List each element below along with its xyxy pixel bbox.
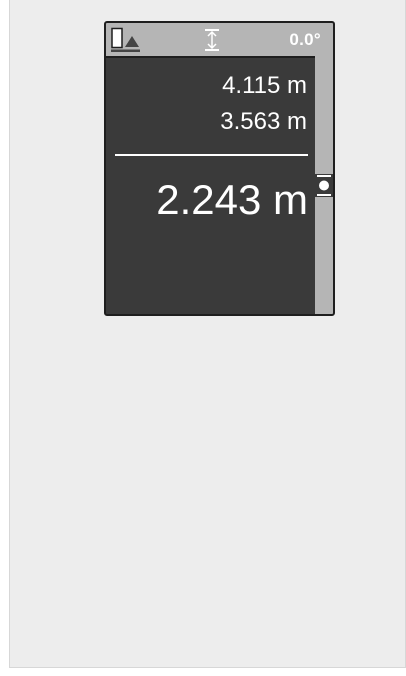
device-rear-reference-icon	[111, 27, 140, 52]
status-bar: 0.0°	[106, 23, 333, 58]
result-measurement: 2.243 m	[156, 176, 308, 223]
height-measurement-icon	[205, 29, 219, 51]
first-measurement: 4.115 m	[222, 72, 307, 99]
device-display: 0.0° 4.115 m 3.563 m 2.243 m	[104, 21, 335, 316]
result-divider	[115, 154, 308, 156]
angle-value: 0.0°	[289, 30, 321, 49]
content-panel: 0.0° 4.115 m 3.563 m 2.243 m	[9, 0, 406, 668]
position-marker-icon[interactable]	[315, 174, 333, 197]
second-measurement: 3.563 m	[220, 108, 307, 135]
